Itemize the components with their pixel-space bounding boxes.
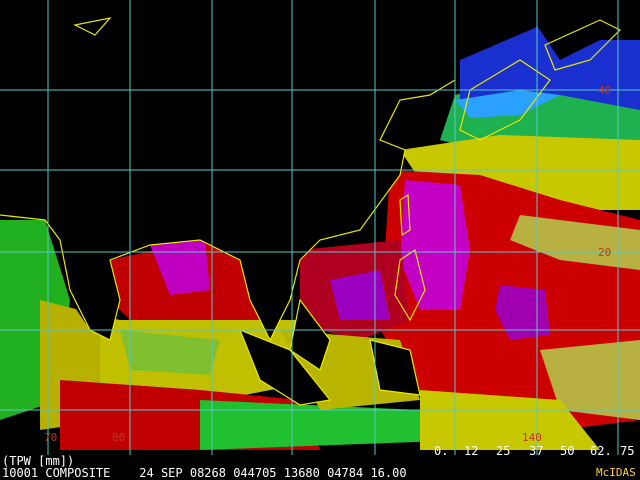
- lon-label-80: 80: [112, 431, 126, 444]
- tpw-map: [0, 0, 640, 480]
- lat-label-20: 20: [598, 246, 612, 259]
- status-text: 10001 COMPOSITE 24 SEP 08268 044705 1368…: [2, 466, 407, 480]
- lon-label-70: 70: [44, 431, 58, 444]
- status-bar: (TPW [mm]) 10001 COMPOSITE 24 SEP 08268 …: [0, 454, 640, 480]
- lon-label-140: 140: [522, 431, 542, 444]
- lat-label-40: 40: [598, 84, 612, 97]
- mcidas-credit: McIDAS: [596, 466, 636, 479]
